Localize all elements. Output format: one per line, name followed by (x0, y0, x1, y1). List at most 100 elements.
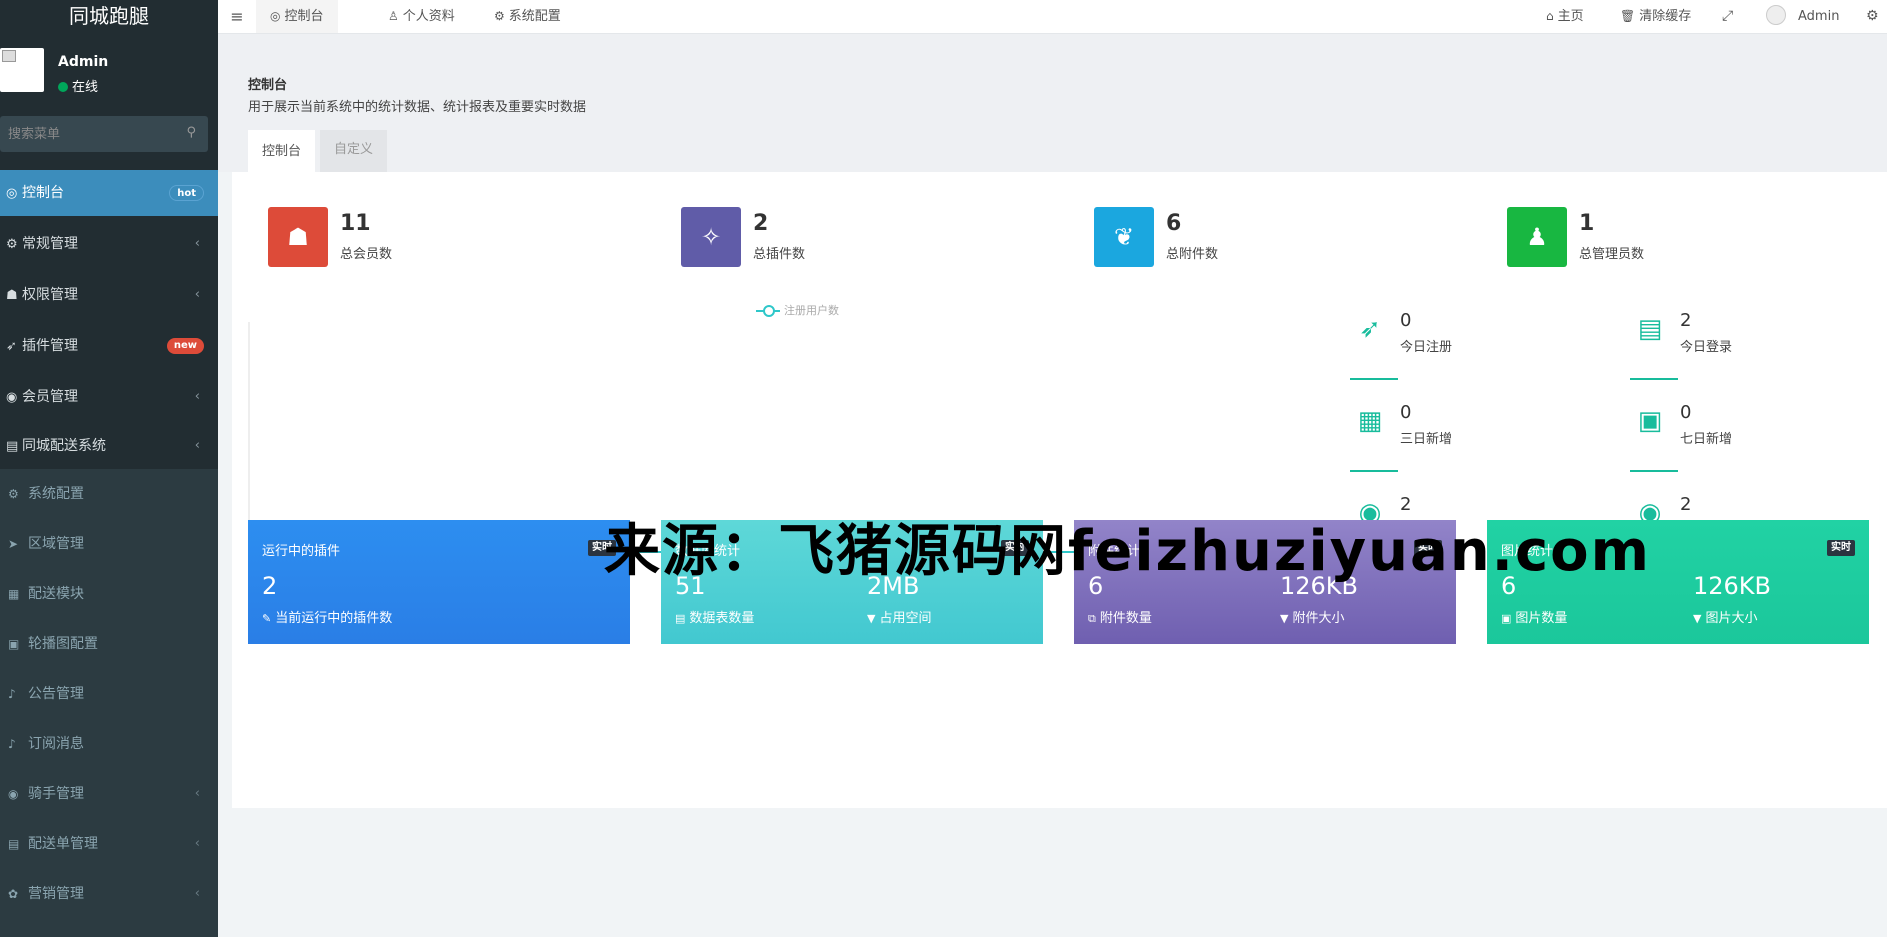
cogs-icon: ⚙ (494, 9, 505, 23)
chart-legend[interactable]: 注册用户数 (756, 302, 839, 318)
realtime-badge: 实时 (1827, 540, 1855, 556)
card-label-text: 图片数量 (1515, 611, 1568, 626)
user-name: Admin (58, 54, 109, 70)
sidebar-item-2[interactable]: ⚙ 常规管理 ‹ (0, 220, 218, 268)
clear-cache-button[interactable]: 🗑︎ 清除缓存 (1620, 0, 1691, 33)
card-label-text: 图片大小 (1705, 611, 1758, 626)
submenu-item-9[interactable]: ✿ 营销管理 ‹ (0, 869, 218, 919)
submenu-item-label: 公告管理 (28, 686, 84, 702)
submenu-item-4[interactable]: ▣ 轮播图配置 (0, 619, 218, 669)
sidebar-search-input[interactable] (8, 124, 178, 144)
sidebar-item-label: 权限管理 (22, 287, 78, 303)
stat-card-4: ♟ 1 总管理员数 (1507, 207, 1807, 267)
chevron-left-icon: ‹ (194, 438, 200, 453)
stat-card-2: ✧ 2 总插件数 (681, 207, 981, 267)
user-icon: ♟ (1507, 207, 1567, 267)
card-value-primary: 2 (262, 572, 278, 600)
card-value-secondary: 126KB (1693, 572, 1772, 600)
home-link[interactable]: ⌂ 主页 (1546, 0, 1584, 33)
admin-menu[interactable]: Admin (1766, 0, 1839, 33)
chevron-left-icon: ‹ (194, 287, 200, 302)
online-dot-icon (58, 82, 68, 92)
topbar: ≡ ◎ 控制台 ♙ 个人资料 ⚙ 系统配置 ⌂ 主页 🗑︎ 清除缓存 ⤢ Admin ⚙ (218, 0, 1887, 34)
mini-stat-value: 0 (1680, 402, 1692, 423)
card-primary-icon: ⧉ (1088, 612, 1096, 625)
card-label-primary: ⧉ 附件数量 (1088, 607, 1152, 626)
users-icon: ☗ (6, 288, 18, 303)
stat-card-3: ❦ 6 总附件数 (1094, 207, 1394, 267)
cogs-icon: ⚙ (8, 487, 19, 501)
tab-custom[interactable]: 自定义 (320, 130, 388, 172)
brand-logo[interactable]: 同城跑腿 (0, 0, 218, 34)
submenu-item-label: 骑手管理 (28, 786, 84, 802)
users-icon: ☗ (268, 207, 328, 267)
tab-label: 控制台 (284, 9, 324, 24)
leaf-icon: ❦ (1094, 207, 1154, 267)
stat-value: 2 (753, 211, 769, 236)
card-label-secondary: ▼ 占用空间 (867, 607, 931, 626)
stat-card-1: ☗ 11 总会员数 (268, 207, 568, 267)
submenu-item-label: 区域管理 (28, 536, 84, 552)
mini-stat-value: 0 (1400, 310, 1412, 331)
dashboard-panel: ☗11总会员数✧2总插件数❦6总附件数♟1总管理员数 11-262024-11-… (232, 172, 1887, 808)
sidebar-item-5[interactable]: ◉ 会员管理 ‹ (0, 373, 218, 421)
user-status-text: 在线 (72, 80, 99, 95)
mini-stat-4: ▣ 0 七日新增 (1630, 398, 1830, 472)
image-icon: ▣ (8, 637, 20, 651)
avatar (0, 48, 44, 92)
submenu-item-5[interactable]: ♪ 公告管理 (0, 669, 218, 719)
summary-card-1: 运行中的插件 实时 2 ✎ 当前运行中的插件数 (248, 520, 630, 644)
watermark-text: 来源：飞猪源码网feizhuziyuan.com (604, 519, 1651, 584)
submenu-item-label: 轮播图配置 (28, 636, 98, 652)
sidebar-item-3[interactable]: ☗ 权限管理 ‹ (0, 271, 218, 319)
tab-console[interactable]: 控制台 (248, 130, 316, 172)
chevron-left-icon: ‹ (194, 786, 200, 801)
legend-swatch-icon (756, 304, 780, 317)
sidebar-item-6[interactable]: ▤ 同城配送系统 ‹ (0, 422, 218, 470)
calendar-icon: ▦ (1357, 406, 1383, 436)
submenu-item-3[interactable]: ▦ 配送模块 (0, 569, 218, 619)
user-panel: Admin 在线 (0, 34, 218, 114)
menu-toggle-button[interactable]: ≡ (218, 0, 256, 33)
sidebar-item-1[interactable]: ◎ 控制台 hot (0, 170, 218, 216)
hot-badge: hot (169, 185, 204, 201)
new-badge: new (166, 338, 204, 354)
stat-value: 11 (340, 211, 371, 236)
submenu-item-1[interactable]: ⚙ 系统配置 (0, 469, 218, 519)
chevron-left-icon: ‹ (194, 389, 200, 404)
mini-stat-label: 七日新增 (1680, 432, 1733, 447)
card-label-text: 附件数量 (1099, 611, 1152, 626)
submenu-item-7[interactable]: ◉ 骑手管理 ‹ (0, 769, 218, 819)
mini-stat-3: ▦ 0 三日新增 (1350, 398, 1550, 472)
submenu-item-8[interactable]: ▤ 配送单管理 ‹ (0, 819, 218, 869)
tab-profile[interactable]: ♙ 个人资料 (374, 0, 469, 33)
tab-system-config[interactable]: ⚙ 系统配置 (480, 0, 575, 33)
stat-label: 总管理员数 (1579, 247, 1645, 262)
mini-stat-1: ➶ 0 今日注册 (1350, 306, 1550, 380)
settings-gear-icon[interactable]: ⚙ (1866, 0, 1879, 33)
submenu-item-label: 系统配置 (28, 486, 84, 502)
list-icon: ▤ (6, 439, 19, 454)
page-description: 用于展示当前系统中的统计数据、统计报表及重要实时数据 (248, 100, 587, 115)
fullscreen-icon[interactable]: ⤢ (1722, 0, 1733, 33)
submenu-item-2[interactable]: ➤ 区域管理 (0, 519, 218, 569)
sidebar-item-4[interactable]: ➶ 插件管理 new (0, 322, 218, 370)
tab-label: 系统配置 (508, 9, 561, 24)
card-label-secondary: ▼ 图片大小 (1693, 607, 1757, 626)
sidebar-search: ⚲ (0, 116, 208, 152)
clear-cache-label: 清除缓存 (1639, 9, 1692, 24)
rocket-icon: ➶ (6, 339, 17, 354)
trash-icon: 🗑︎ (1620, 9, 1636, 23)
tab-dashboard[interactable]: ◎ 控制台 (256, 0, 338, 33)
th-icon: ▦ (8, 587, 20, 601)
card-label-text: 占用空间 (879, 611, 932, 626)
page-title: 控制台 (248, 78, 288, 93)
submenu-item-6[interactable]: ♪ 订阅消息 (0, 719, 218, 769)
mini-stat-value: 2 (1680, 310, 1692, 331)
mini-stat-value: 0 (1400, 402, 1412, 423)
mini-stat-bar (1630, 378, 1678, 380)
search-icon[interactable]: ⚲ (186, 125, 196, 140)
content-header: 控制台 用于展示当前系统中的统计数据、统计报表及重要实时数据 控制台 自定义 (218, 34, 1887, 172)
admin-label: Admin (1798, 9, 1840, 24)
card-label-primary: ✎ 当前运行中的插件数 (262, 607, 392, 626)
